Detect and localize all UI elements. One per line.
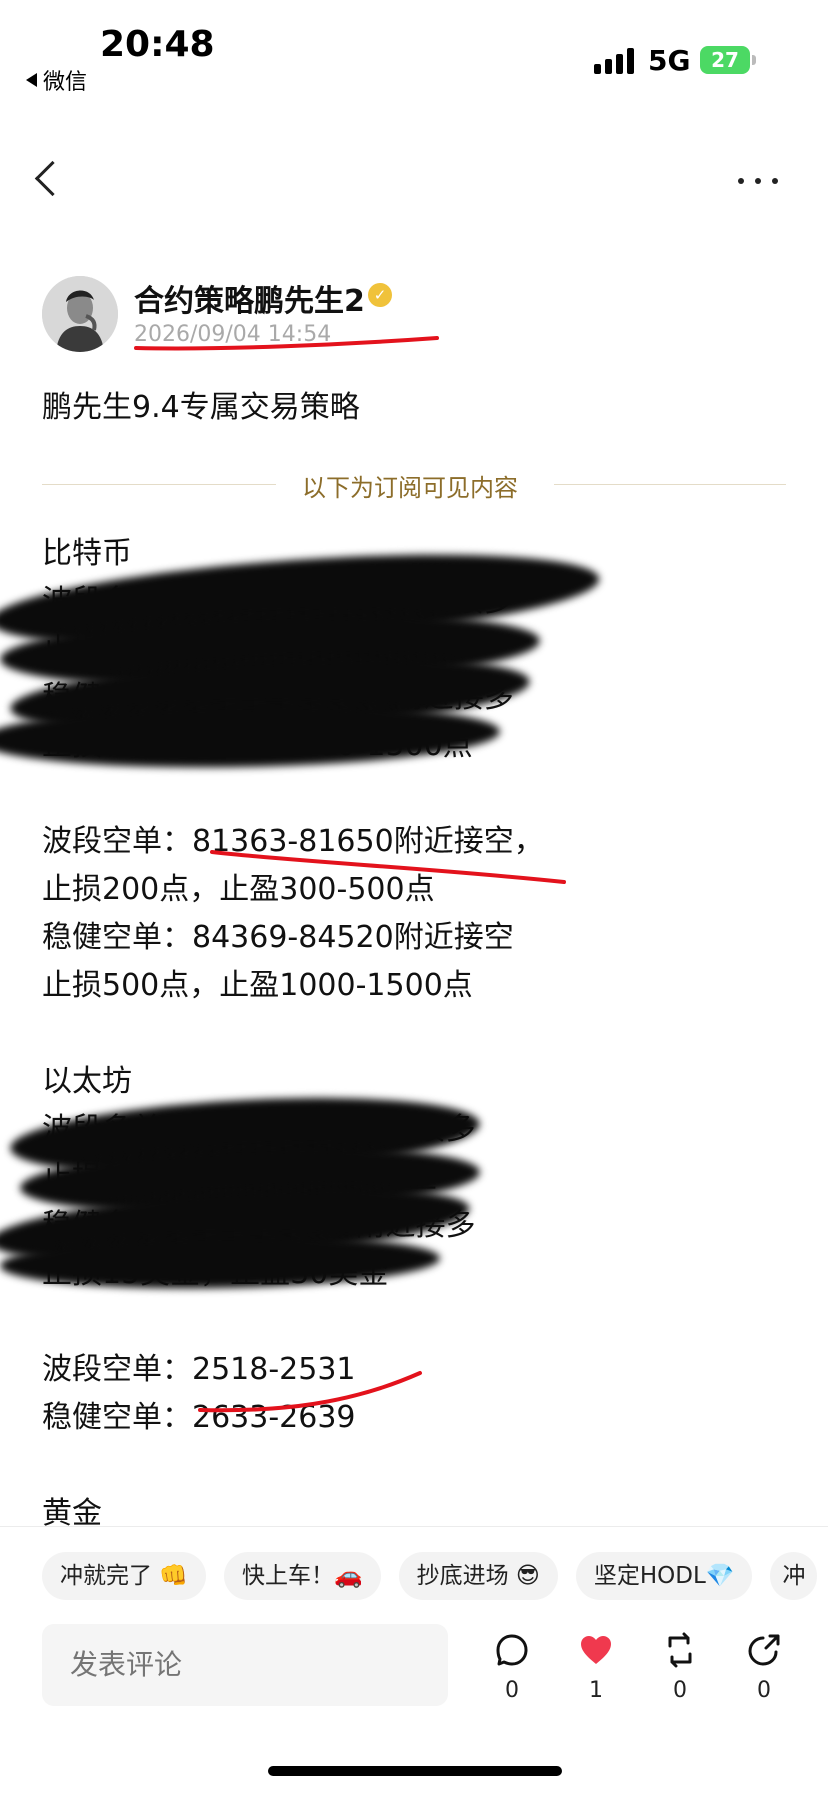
like-count: 1 (589, 1678, 603, 1703)
share-icon (746, 1632, 782, 1668)
share-button[interactable]: 0 (734, 1632, 794, 1703)
repost-icon (662, 1632, 698, 1668)
quick-reply-chip[interactable]: 冲 (770, 1552, 818, 1600)
comment-button[interactable]: 0 (482, 1632, 542, 1703)
quick-reply-chip[interactable]: 快上车！🚗 (223, 1552, 381, 1600)
share-count: 0 (757, 1678, 771, 1703)
quick-reply-chip[interactable]: 抄底进场 😎 (398, 1552, 558, 1600)
quick-reply-row: 冲就完了 👊 快上车！🚗 抄底进场 😎 坚定HODL💎 冲 (42, 1552, 818, 1600)
quick-reply-chip[interactable]: 冲就完了 👊 (42, 1552, 206, 1600)
comment-count: 0 (505, 1678, 519, 1703)
annotation-underline (210, 850, 566, 884)
comment-icon (494, 1632, 530, 1668)
heart-icon (578, 1632, 614, 1668)
repost-count: 0 (673, 1678, 687, 1703)
repost-button[interactable]: 0 (650, 1632, 710, 1703)
comment-input[interactable] (42, 1624, 448, 1706)
annotation-underline (198, 1371, 422, 1413)
home-indicator (268, 1766, 562, 1776)
like-button[interactable]: 1 (566, 1632, 626, 1703)
annotation-underline (134, 336, 439, 351)
quick-reply-chip[interactable]: 坚定HODL💎 (575, 1552, 753, 1600)
